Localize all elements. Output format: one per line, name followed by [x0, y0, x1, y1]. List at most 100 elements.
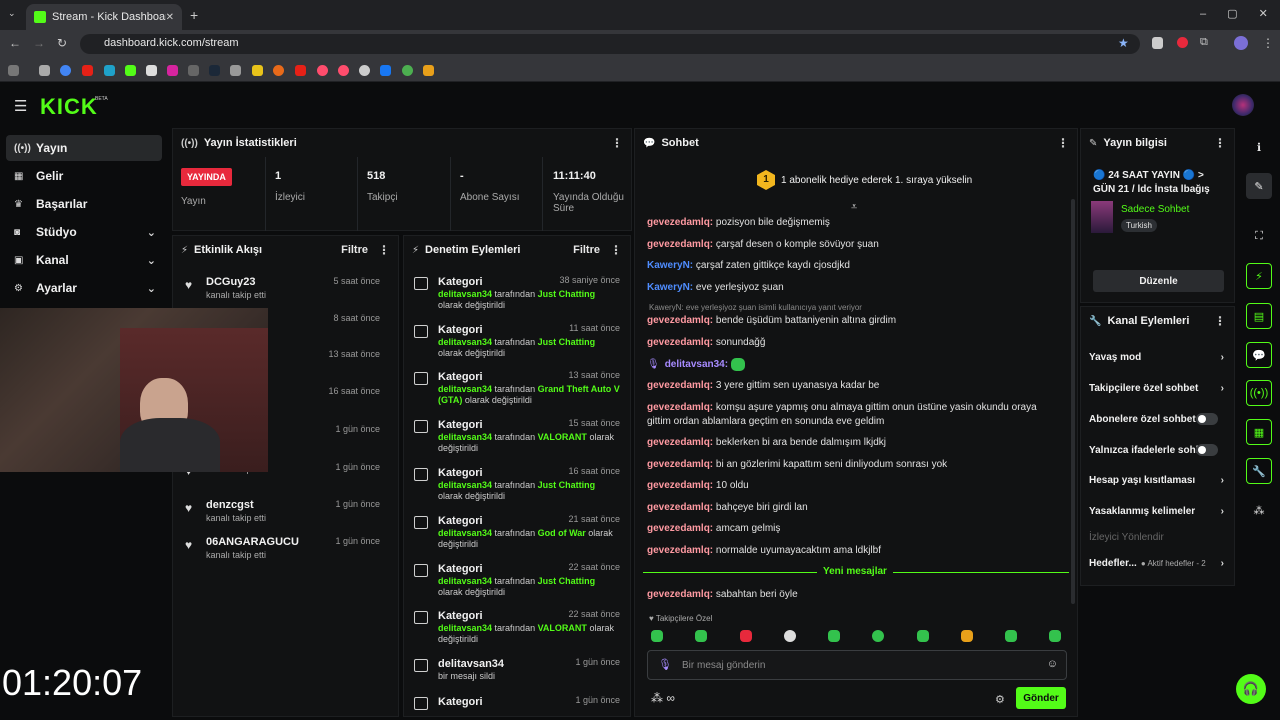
bookmark-facebook-icon[interactable] [380, 65, 391, 76]
bookmark-youtube-icon[interactable] [82, 65, 93, 76]
broadcast-icon[interactable]: ((•)) [1246, 380, 1272, 406]
filter-button[interactable]: Filtre [341, 244, 368, 256]
moderator-name[interactable]: delitavsan34 [438, 528, 492, 538]
chat-message[interactable]: gevezedamlq: normalde uyumayacaktım ama … [647, 544, 1063, 558]
fullscreen-icon[interactable]: ⛶ [1246, 223, 1272, 249]
emote-icon[interactable] [1049, 630, 1061, 642]
profile-avatar[interactable] [1234, 36, 1248, 50]
slow-mode-row[interactable]: Yavaş mod › [1089, 347, 1224, 367]
nav-item-ayarlar[interactable]: ⚙ Ayarlar ⌄ [6, 275, 162, 301]
chat-username[interactable]: gevezedamlq: [647, 239, 713, 250]
apps-grid-icon[interactable] [8, 65, 19, 76]
bookmark-apple-icon[interactable] [39, 65, 50, 76]
bookmark-site-icon[interactable] [402, 65, 413, 76]
reload-icon[interactable]: ↻ [57, 36, 67, 50]
moderator-name[interactable]: delitavsan34 [438, 289, 492, 299]
chat-username[interactable]: delitavsan34: [665, 359, 728, 370]
moderator-name[interactable]: delitavsan34 [438, 432, 492, 442]
edit-button[interactable]: Düzenle [1093, 270, 1224, 292]
nav-item-yayin[interactable]: ((•)) Yayın [6, 135, 162, 161]
category-link[interactable]: Sadece Sohbet [1121, 204, 1189, 215]
nav-item-gelir[interactable]: ▦ Gelir [6, 163, 162, 189]
chat-username[interactable]: KaweryN: [647, 282, 693, 293]
window-controls[interactable]: – ▢ ✕ [1200, 7, 1268, 20]
extension-shield-icon[interactable] [1152, 37, 1163, 49]
chat-username[interactable]: gevezedamlq: [647, 337, 713, 348]
subscribers-chat-toggle[interactable] [1196, 413, 1218, 425]
pencil-icon[interactable]: ✎ [1246, 173, 1272, 199]
mic-icon[interactable]: 🎙 [658, 658, 672, 671]
document-icon[interactable]: ▤ [1246, 303, 1272, 329]
nav-item-basarilar[interactable]: ♛ Başarılar [6, 191, 162, 217]
send-button[interactable]: Gönder [1016, 687, 1066, 709]
emote-icon[interactable] [651, 630, 663, 642]
chat-message[interactable]: KaweryN: çarşaf zaten gittikçe kaydı cjo… [647, 259, 1063, 273]
connections-icon[interactable]: ⁂ [1246, 497, 1272, 523]
chat-tools-icon[interactable]: ⁂ ∞ [651, 691, 675, 705]
bookmark-site-icon[interactable] [230, 65, 241, 76]
chat-message[interactable]: gevezedamlq: 3 yere gittim sen uyanasıya… [647, 379, 1063, 393]
pin-expand-icon[interactable]: ⩡ [851, 201, 857, 214]
chat-input[interactable]: 🎙 Bir mesaj gönderin ☺ [647, 650, 1067, 680]
chat-username[interactable]: gevezedamlq: [647, 480, 713, 491]
bookmark-site-icon[interactable] [338, 65, 349, 76]
layout-icon[interactable]: ▦ [1246, 419, 1272, 445]
bookmark-star-icon[interactable]: ★ [1118, 36, 1129, 50]
chat-username[interactable]: gevezedamlq: [647, 459, 713, 470]
emote-icon[interactable] [784, 630, 796, 642]
bookmark-site-icon[interactable] [104, 65, 115, 76]
extensions-icon[interactable]: ⧉ [1200, 36, 1208, 49]
nav-item-studyo[interactable]: ◙ Stüdyo ⌄ [6, 219, 162, 245]
extension-record-icon[interactable] [1177, 37, 1188, 48]
chat-message[interactable]: gevezedamlq: sonundağğ [647, 336, 1063, 350]
chat-scrollbar[interactable] [1071, 199, 1075, 604]
bookmark-site-icon[interactable] [273, 65, 284, 76]
chat-username[interactable]: gevezedamlq: [647, 502, 713, 513]
emotes-chat-toggle[interactable] [1196, 444, 1218, 456]
emote-icon[interactable] [961, 630, 973, 642]
chat-bubble-icon[interactable]: 💬 [1246, 342, 1272, 368]
emoji-picker-icon[interactable]: ☺ [1047, 658, 1058, 670]
emote-icon[interactable] [1005, 630, 1017, 642]
chat-message[interactable]: gevezedamlq: beklerken bi ara bende dalm… [647, 436, 1063, 450]
back-icon[interactable]: ← [9, 36, 21, 50]
bookmark-site-icon[interactable] [252, 65, 263, 76]
emote-icon[interactable] [695, 630, 707, 642]
wrench-icon[interactable]: 🔧 [1246, 458, 1272, 484]
bookmark-site-icon[interactable] [359, 65, 370, 76]
support-headset-icon[interactable]: 🎧 [1236, 674, 1266, 704]
bookmark-site-icon[interactable] [423, 65, 434, 76]
chat-message[interactable]: KaweryN: eve yerleşiyoz şuan [647, 281, 1063, 295]
bookmark-site-icon[interactable] [146, 65, 157, 76]
followers-chat-row[interactable]: Takipçilere özel sohbet › [1089, 378, 1224, 398]
more-options-icon[interactable]: ⋮ [378, 243, 390, 257]
new-tab-icon[interactable]: + [190, 7, 198, 23]
banned-words-row[interactable]: Yasaklanmış kelimeler › [1089, 501, 1224, 521]
moderator-name[interactable]: delitavsan34 [438, 623, 492, 633]
emote-icon[interactable] [740, 630, 752, 642]
chat-settings-icon[interactable]: ⚙ [995, 693, 1005, 706]
emote-icon[interactable] [872, 630, 884, 642]
more-options-icon[interactable]: ⋮ [1214, 136, 1226, 150]
moderator-name[interactable]: delitavsan34 [438, 384, 492, 394]
chat-username[interactable]: gevezedamlq: [647, 523, 713, 534]
chat-message[interactable]: gevezedamlq: amcam gelmiş [647, 522, 1063, 536]
hamburger-menu-icon[interactable]: ☰ [14, 97, 27, 115]
bookmark-instagram-icon[interactable] [167, 65, 178, 76]
info-icon[interactable]: ℹ [1246, 134, 1272, 160]
browser-menu-icon[interactable]: ⋮ [1262, 36, 1274, 50]
filter-button[interactable]: Filtre [573, 244, 600, 256]
chat-message[interactable]: gevezedamlq: sabahtan beri öyle [647, 588, 1063, 602]
bookmark-site-icon[interactable] [295, 65, 306, 76]
bookmark-steam-icon[interactable] [209, 65, 220, 76]
chat-username[interactable]: gevezedamlq: [647, 402, 713, 413]
moderator-name[interactable]: delitavsan34 [438, 480, 492, 490]
more-options-icon[interactable]: ⋮ [1057, 136, 1069, 150]
nav-item-kanal[interactable]: ▣ Kanal ⌄ [6, 247, 162, 273]
more-options-icon[interactable]: ⋮ [1214, 314, 1226, 328]
emote-icon[interactable] [828, 630, 840, 642]
chat-message[interactable]: gevezedamlq: bahçeye biri girdi lan [647, 501, 1063, 515]
forward-icon[interactable]: → [33, 36, 45, 50]
chat-username[interactable]: gevezedamlq: [647, 217, 713, 228]
chat-username[interactable]: gevezedamlq: [647, 315, 713, 326]
